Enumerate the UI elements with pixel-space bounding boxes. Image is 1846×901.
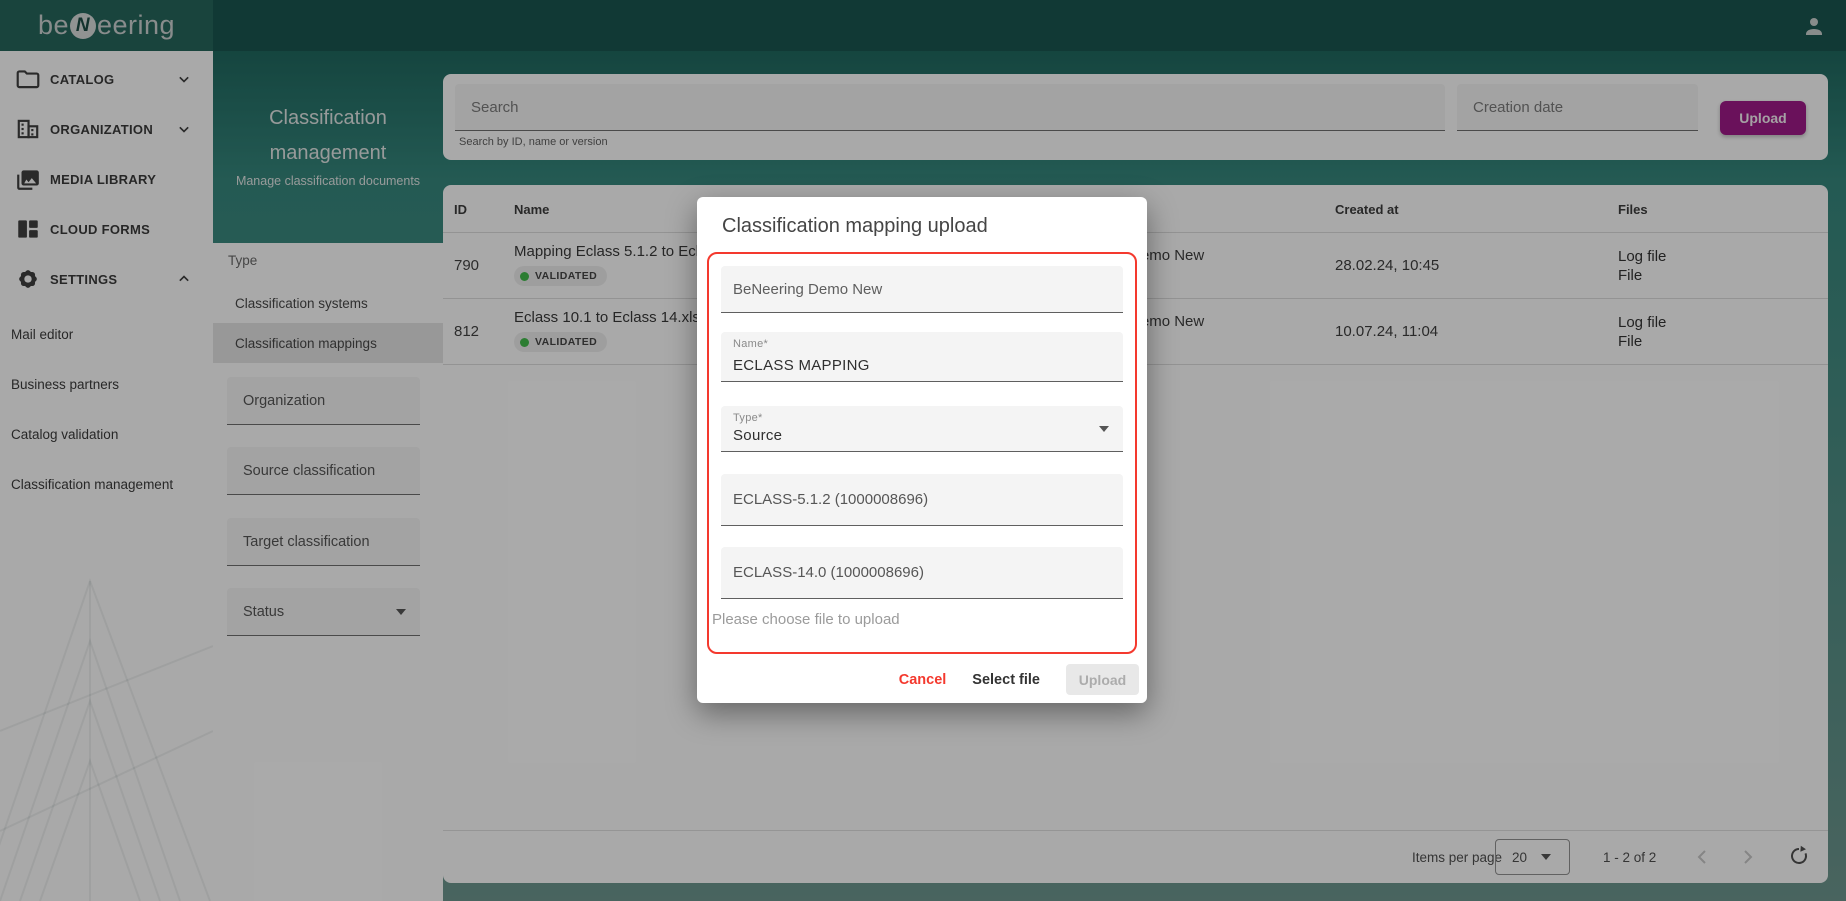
organization-field[interactable]: BeNeering Demo New — [721, 266, 1123, 313]
organization-field-value: BeNeering Demo New — [733, 281, 882, 298]
select-file-button[interactable]: Select file — [972, 672, 1040, 688]
file-upload-hint: Please choose file to upload — [712, 611, 900, 628]
type-select-label: Type* — [733, 412, 763, 424]
name-field[interactable]: Name* ECLASS MAPPING — [721, 332, 1123, 382]
required-fields-highlight: BeNeering Demo New Name* ECLASS MAPPING … — [707, 252, 1137, 654]
app: beNeering CATALOG — [0, 0, 1846, 901]
source-classification-value: ECLASS-5.1.2 (1000008696) — [733, 491, 928, 508]
dialog-actions: Cancel Select file Upload — [899, 664, 1139, 695]
type-select[interactable]: Type* Source — [721, 406, 1123, 452]
target-classification-field[interactable]: ECLASS-14.0 (1000008696) — [721, 547, 1123, 599]
classification-mapping-upload-dialog: Classification mapping upload BeNeering … — [697, 197, 1147, 703]
name-field-label: Name* — [733, 338, 768, 350]
dialog-title: Classification mapping upload — [722, 215, 988, 238]
type-select-value: Source — [733, 427, 782, 444]
dropdown-caret-icon — [1099, 426, 1109, 432]
cancel-button[interactable]: Cancel — [899, 672, 947, 688]
dialog-upload-button[interactable]: Upload — [1066, 664, 1139, 695]
source-classification-field[interactable]: ECLASS-5.1.2 (1000008696) — [721, 474, 1123, 526]
target-classification-value: ECLASS-14.0 (1000008696) — [733, 564, 924, 581]
name-field-value: ECLASS MAPPING — [733, 357, 870, 374]
